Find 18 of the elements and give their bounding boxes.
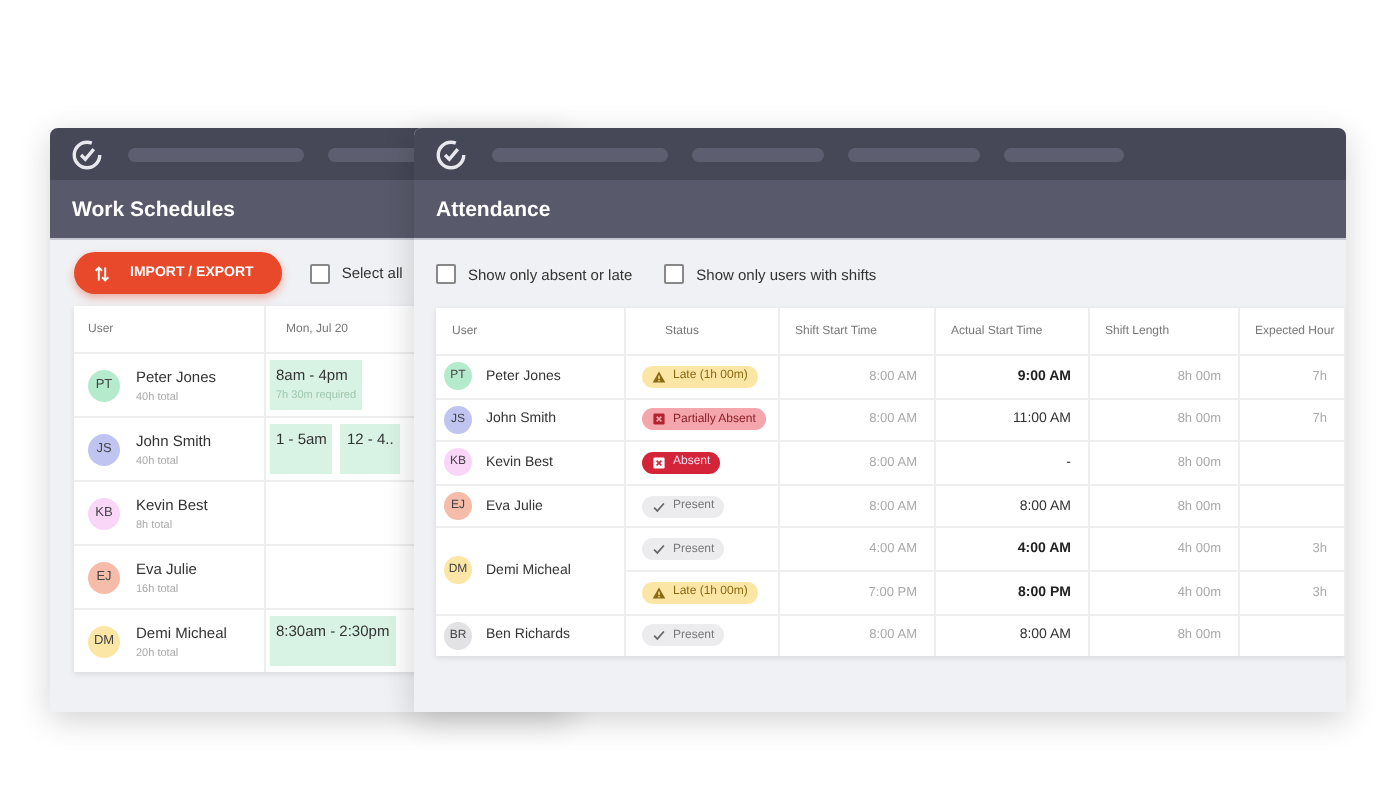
clock-check-icon [70,137,104,171]
cross-square-icon [651,455,665,470]
checkbox[interactable] [664,264,685,284]
checkbox[interactable] [436,264,456,284]
nav-placeholder-bar [1004,147,1124,161]
nav-placeholder-bar [692,147,824,161]
window-title: Attendance [436,197,551,221]
window-title: Work Schedules [72,197,235,221]
check-icon [651,542,665,557]
checkbox[interactable] [309,263,330,283]
warning-icon [651,369,665,384]
nav-placeholder-bar [848,147,980,161]
clock-check-icon [434,137,468,171]
check-icon [651,628,665,643]
warning-icon [651,585,665,600]
cross-square-icon [651,412,665,427]
check-icon [651,499,665,514]
sort-arrows-icon [94,265,110,281]
